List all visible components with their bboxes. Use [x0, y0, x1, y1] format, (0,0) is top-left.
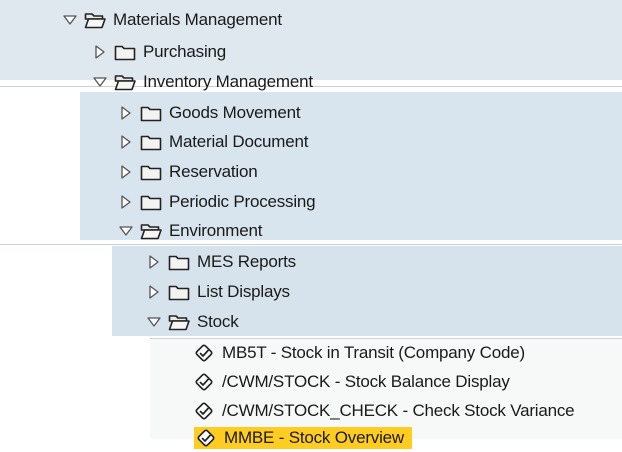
open-folder-icon — [114, 73, 136, 91]
transaction-icon — [194, 401, 214, 421]
collapse-triangle-icon[interactable] — [118, 223, 134, 239]
transaction-cwm-stock[interactable]: /CWM/STOCK - Stock Balance Display — [194, 368, 510, 396]
sap-menu-tree: Materials Management Purchasing Inventor… — [0, 0, 622, 452]
expand-triangle-icon[interactable] — [118, 134, 134, 150]
tree-node-label: Periodic Processing — [169, 192, 316, 211]
tree-node-mes-reports[interactable]: MES Reports — [146, 248, 296, 276]
expand-triangle-icon[interactable] — [146, 284, 162, 300]
folder-icon — [140, 193, 162, 211]
tree-node-purchasing[interactable]: Purchasing — [92, 38, 226, 66]
tree-node-material-document[interactable]: Material Document — [118, 128, 308, 156]
open-folder-icon — [84, 11, 106, 29]
tree-node-label: Materials Management — [113, 10, 282, 29]
tree-node-label: Stock — [197, 312, 239, 331]
folder-icon — [168, 283, 190, 301]
divider — [0, 244, 622, 245]
selected-item-highlight[interactable]: MMBE - Stock Overview — [194, 427, 412, 449]
folder-icon — [168, 253, 190, 271]
tree-node-list-displays[interactable]: List Displays — [146, 278, 290, 306]
tree-node-label: Purchasing — [143, 42, 227, 61]
tree-node-inventory-management[interactable]: Inventory Management — [92, 68, 313, 96]
tree-node-label: Goods Movement — [169, 103, 301, 122]
open-folder-icon — [140, 222, 162, 240]
tree-node-label: Inventory Management — [143, 72, 313, 91]
folder-icon — [140, 104, 162, 122]
tree-node-label: MES Reports — [197, 252, 296, 271]
expand-triangle-icon[interactable] — [118, 105, 134, 121]
transaction-icon — [196, 428, 216, 448]
open-folder-icon — [168, 313, 190, 331]
tree-node-periodic-processing[interactable]: Periodic Processing — [118, 188, 316, 216]
transaction-icon — [194, 343, 214, 363]
collapse-triangle-icon[interactable] — [92, 74, 108, 90]
tree-node-reservation[interactable]: Reservation — [118, 158, 258, 186]
transaction-label: /CWM/STOCK - Stock Balance Display — [222, 372, 510, 391]
folder-icon — [140, 163, 162, 181]
expand-triangle-icon[interactable] — [118, 164, 134, 180]
tree-node-environment[interactable]: Environment — [118, 217, 262, 245]
expand-triangle-icon[interactable] — [92, 44, 108, 60]
tree-node-label: Reservation — [169, 162, 258, 181]
transaction-label: /CWM/STOCK_CHECK - Check Stock Variance — [222, 401, 575, 420]
expand-triangle-icon[interactable] — [118, 194, 134, 210]
collapse-triangle-icon[interactable] — [62, 12, 78, 28]
tree-node-label: List Displays — [197, 282, 290, 301]
transaction-cwm-stock-check[interactable]: /CWM/STOCK_CHECK - Check Stock Variance — [194, 397, 575, 425]
tree-node-label: Environment — [169, 221, 263, 240]
transaction-mmbe[interactable]: MMBE - Stock Overview — [194, 424, 412, 452]
transaction-label: MMBE - Stock Overview — [224, 428, 404, 447]
tree-node-materials-management[interactable]: Materials Management — [62, 6, 282, 34]
folder-icon — [140, 133, 162, 151]
tree-node-stock[interactable]: Stock — [146, 308, 239, 336]
expand-triangle-icon[interactable] — [146, 254, 162, 270]
tree-node-goods-movement[interactable]: Goods Movement — [118, 99, 301, 127]
collapse-triangle-icon[interactable] — [146, 314, 162, 330]
tree-node-label: Material Document — [169, 132, 309, 151]
transaction-icon — [194, 372, 214, 392]
transaction-label: MB5T - Stock in Transit (Company Code) — [222, 343, 525, 362]
transaction-mb5t[interactable]: MB5T - Stock in Transit (Company Code) — [194, 339, 525, 367]
folder-icon — [114, 43, 136, 61]
